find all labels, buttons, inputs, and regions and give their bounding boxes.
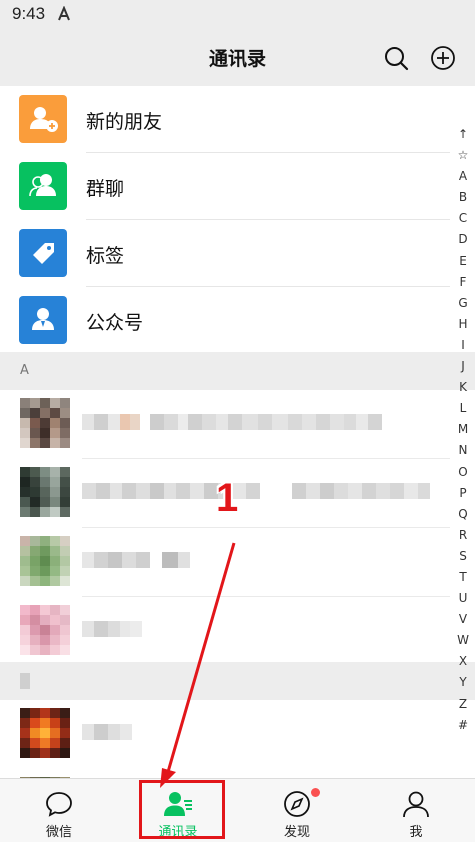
index-letter[interactable]: U <box>452 588 474 609</box>
group-chat-item[interactable]: 群聊 <box>0 153 450 220</box>
section-letter: A <box>20 363 29 378</box>
index-letter[interactable]: R <box>452 525 474 546</box>
tab-chats-label: 微信 <box>45 825 72 840</box>
bottom-tab-bar: 微信 通讯录 发现 我 <box>0 778 475 842</box>
tab-chats[interactable]: 微信 <box>0 779 118 842</box>
index-letter[interactable]: B <box>452 187 474 208</box>
index-letter[interactable]: ☆ <box>452 145 474 166</box>
new-friends-item[interactable]: 新的朋友 <box>0 86 450 153</box>
contacts-list[interactable]: 新的朋友 群聊 标签 公众号 A <box>0 86 475 778</box>
official-account-icon <box>19 296 67 344</box>
index-letter[interactable]: S <box>452 546 474 567</box>
index-letter[interactable]: G <box>452 293 474 314</box>
contact-row[interactable] <box>0 597 450 666</box>
index-letter[interactable]: J <box>452 356 474 377</box>
contact-row-partial[interactable] <box>0 769 450 778</box>
index-letter[interactable]: N <box>452 440 474 461</box>
top-bar: 通讯录 <box>0 28 475 86</box>
chat-bubble-icon <box>46 792 72 817</box>
official-accounts-item[interactable]: 公众号 <box>0 287 450 354</box>
status-bar: 9:43 <box>0 0 475 28</box>
official-accounts-label: 公众号 <box>86 312 144 334</box>
index-letter[interactable]: O <box>452 462 474 483</box>
index-letter[interactable]: Z <box>452 694 474 715</box>
index-letter[interactable]: I <box>452 335 474 356</box>
section-letter-redacted <box>20 673 30 689</box>
notification-dot <box>311 788 320 797</box>
compass-icon <box>284 791 310 817</box>
avatar <box>20 536 70 586</box>
contact-row[interactable] <box>0 528 450 597</box>
index-letter[interactable]: E <box>452 251 474 272</box>
section-header-blurred <box>0 662 475 700</box>
index-letter[interactable]: # <box>452 715 474 736</box>
notification-app-icon <box>58 6 70 21</box>
alphabet-index[interactable]: ↑ ☆ A B C D E F G H I J K L M N O P Q R S T U V W X Y Z # <box>452 124 474 736</box>
contact-row[interactable] <box>0 390 450 459</box>
status-time: 9:43 <box>12 4 46 23</box>
add-circle-icon[interactable] <box>430 45 456 71</box>
contact-row[interactable] <box>0 700 450 769</box>
search-icon[interactable] <box>383 45 409 71</box>
avatar <box>20 605 70 655</box>
contact-name-redacted <box>82 552 190 568</box>
index-letter[interactable]: Y <box>452 672 474 693</box>
tab-me-label: 我 <box>409 825 423 840</box>
avatar <box>20 708 70 758</box>
tab-me[interactable]: 我 <box>357 779 475 842</box>
contact-name-redacted <box>82 414 382 430</box>
contact-name-redacted <box>82 483 430 499</box>
index-letter[interactable]: M <box>452 419 474 440</box>
tags-label: 标签 <box>86 245 125 267</box>
index-letter[interactable]: X <box>452 651 474 672</box>
new-friends-label: 新的朋友 <box>86 111 163 133</box>
index-letter[interactable]: A <box>452 166 474 187</box>
index-letter[interactable]: W <box>452 630 474 651</box>
annotation-number: 1 <box>216 476 239 520</box>
add-friend-icon <box>19 95 67 143</box>
index-letter[interactable]: K <box>452 377 474 398</box>
group-chat-label: 群聊 <box>86 178 125 200</box>
index-letter[interactable]: L <box>452 398 474 419</box>
group-chat-icon <box>19 162 67 210</box>
person-icon <box>403 791 429 818</box>
tab-discover-label: 发现 <box>283 825 310 840</box>
index-letter[interactable]: P <box>452 483 474 504</box>
index-letter[interactable]: ↑ <box>452 124 474 145</box>
index-letter[interactable]: T <box>452 567 474 588</box>
contact-name-redacted <box>82 621 142 637</box>
index-letter[interactable]: H <box>452 314 474 335</box>
avatar <box>20 467 70 517</box>
index-letter[interactable]: V <box>452 609 474 630</box>
index-letter[interactable]: F <box>452 272 474 293</box>
index-letter[interactable]: Q <box>452 504 474 525</box>
index-letter[interactable]: D <box>452 229 474 250</box>
tab-discover[interactable]: 发现 <box>238 779 356 842</box>
avatar <box>20 398 70 448</box>
tags-item[interactable]: 标签 <box>0 220 450 287</box>
tag-icon <box>19 229 67 277</box>
contact-name-redacted <box>82 724 132 740</box>
section-header-a: A <box>0 352 475 390</box>
annotation-highlight-box <box>139 780 225 839</box>
index-letter[interactable]: C <box>452 208 474 229</box>
